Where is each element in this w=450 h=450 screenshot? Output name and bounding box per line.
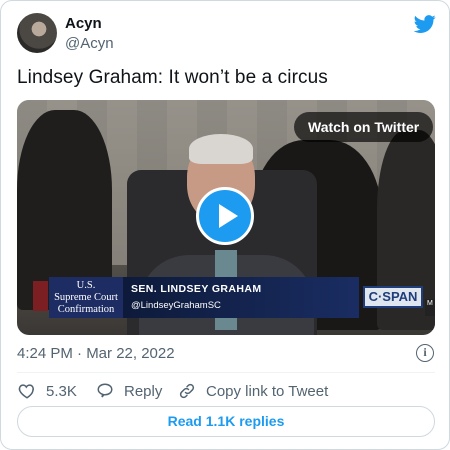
confirmation-box: U.S. Supreme Court Confirmation [49,277,123,318]
confirmation-line: U.S. [76,280,96,291]
heart-icon [18,384,34,399]
read-replies-button[interactable]: Read 1.1K replies [17,406,435,437]
video-lower-third: U.S. Supreme Court Confirmation SEN. LIN… [33,277,435,318]
twitter-bird-icon[interactable] [413,13,437,35]
speaker-name: SEN. LINDSEY GRAHAM [131,283,262,295]
corner-tag: M [425,299,435,316]
reply-label: Reply [124,382,163,400]
copy-link-button[interactable]: Copy link to Tweet [178,381,328,401]
info-icon[interactable]: i [416,344,434,362]
author-name[interactable]: Acyn [65,15,102,32]
name-bar: SEN. LINDSEY GRAHAM @LindseyGrahamSC [123,277,359,318]
confirmation-line: Confirmation [57,304,115,315]
tweet-card: Acyn @Acyn Lindsey Graham: It won’t be a… [0,0,450,450]
network-logo: C·SPAN [363,286,423,308]
like-count: 5.3K [46,382,77,400]
avatar[interactable] [17,13,57,53]
reply-button[interactable]: Reply [96,381,162,401]
tweet-text: Lindsey Graham: It won’t be a circus [17,67,328,88]
video-senator-hair [189,134,253,164]
like-button[interactable]: 5.3K [18,381,77,401]
link-icon [179,383,195,399]
divider [17,372,435,373]
watch-on-twitter-button[interactable]: Watch on Twitter [294,112,434,142]
video-player[interactable]: Watch on Twitter U.S. Supreme Court Conf… [17,100,435,335]
play-icon[interactable] [196,187,254,245]
author-handle[interactable]: @Acyn [65,35,114,52]
copy-link-label: Copy link to Tweet [206,382,329,400]
seal-icon [33,281,48,311]
speaker-handle: @LindseyGrahamSC [131,300,221,311]
reply-bubble-icon [97,383,113,398]
confirmation-line: Supreme Court [54,292,118,303]
tweet-timestamp[interactable]: 4:24 PM · Mar 22, 2022 [17,345,175,362]
